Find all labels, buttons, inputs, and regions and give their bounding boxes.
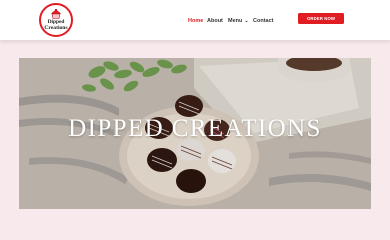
nav-about-label: About xyxy=(207,18,223,24)
site-logo[interactable]: Dipped Creations xyxy=(39,3,73,37)
logo-text-line2: Creations xyxy=(44,25,68,32)
order-now-button[interactable]: ORDER NOW xyxy=(298,13,344,24)
nav-home-link[interactable]: Home xyxy=(188,16,203,26)
order-now-label: ORDER NOW xyxy=(306,16,336,21)
hero-title: DIPPED CREATIONS xyxy=(68,115,322,142)
nav-menu-dropdown[interactable]: Menu ⌄ xyxy=(228,16,249,26)
nav-home-label: Home xyxy=(188,18,204,24)
nav-contact-link[interactable]: Contact xyxy=(253,16,273,26)
hero-banner: DIPPED CREATIONS xyxy=(19,58,371,209)
nav-about-link[interactable]: About xyxy=(207,16,223,26)
cupcake-logo-icon xyxy=(51,8,61,19)
nav-menu-label: Menu xyxy=(228,18,243,24)
chevron-down-icon: ⌄ xyxy=(244,18,249,24)
site-header: Dipped Creations Home About Menu ⌄ Conta… xyxy=(0,0,390,40)
nav-contact-label: Contact xyxy=(253,18,274,24)
